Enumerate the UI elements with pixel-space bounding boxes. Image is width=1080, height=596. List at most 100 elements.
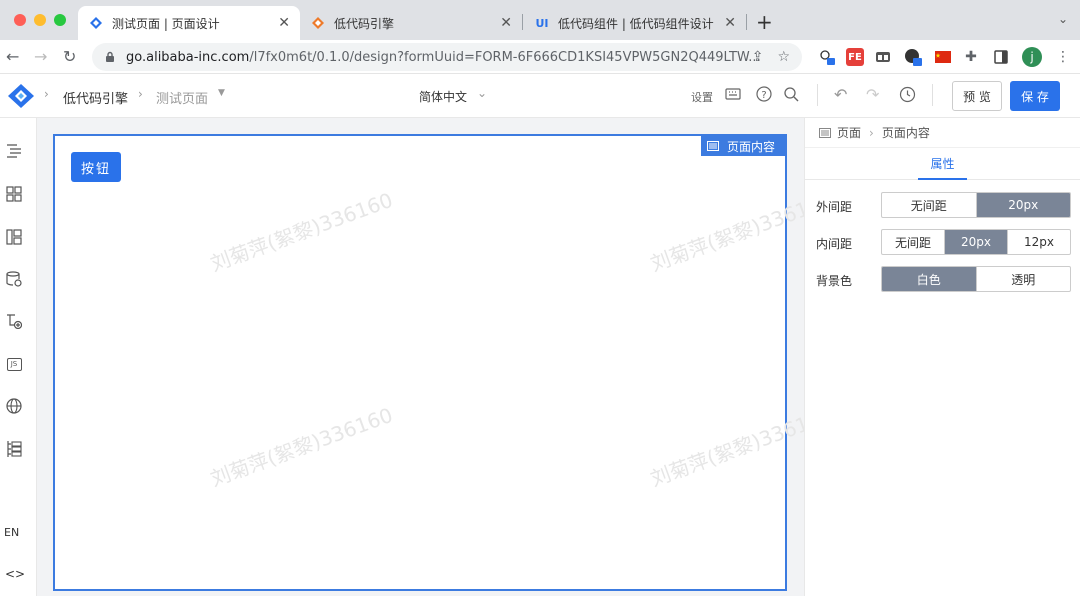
language-select[interactable]: 简体中文: [419, 88, 467, 105]
sidepanel-icon[interactable]: [992, 48, 1010, 66]
page-icon: [819, 127, 831, 138]
watermark: 刘菊萍(絮黎)336160: [207, 187, 396, 277]
panel-breadcrumb-current: 页面内容: [881, 126, 930, 140]
ui-icon: UI: [535, 16, 549, 30]
keyboard-icon[interactable]: [725, 88, 741, 103]
translate-extension-icon[interactable]: [818, 48, 836, 66]
chevron-down-icon[interactable]: ⌄: [477, 86, 487, 100]
padding-option-none[interactable]: 无间距: [882, 230, 945, 254]
margin-segmented: 无间距 20px: [881, 192, 1071, 218]
js-icon-label: JS: [6, 357, 22, 371]
browser-tab[interactable]: UI 低代码组件 | 低代码组件设计 ✕: [524, 6, 746, 40]
tab-properties[interactable]: 属性: [918, 148, 967, 180]
settings-link[interactable]: 设置: [691, 89, 713, 105]
minimize-window-button[interactable]: [34, 14, 46, 26]
browser-tab-bar: 测试页面 | 页面设计 ✕ 低代码引擎 ✕ UI 低代码组件 | 低代码组件设计…: [0, 0, 1080, 40]
fe-extension-icon[interactable]: FE: [846, 48, 864, 66]
padding-label: 内间距: [816, 237, 853, 251]
tab-title: 测试页面 | 页面设计: [112, 16, 220, 31]
lowcode-blue-icon: [88, 15, 104, 31]
padding-segmented: 无间距 20px 12px: [881, 229, 1071, 255]
browser-tab-active[interactable]: 测试页面 | 页面设计 ✕: [78, 6, 300, 40]
tabs-extension-icon[interactable]: [874, 48, 892, 66]
properties-panel: 页面 › 页面内容 属性 外间距 无间距 20px 内间距 无间距 20px 1…: [804, 118, 1080, 596]
margin-label: 外间距: [816, 200, 853, 214]
close-tab-icon[interactable]: ✕: [500, 15, 512, 31]
language-toggle[interactable]: EN: [4, 526, 19, 539]
lowcode-logo-icon[interactable]: [7, 83, 35, 112]
reload-icon[interactable]: ↻: [63, 47, 76, 66]
window-controls: [14, 14, 66, 26]
github-extension-icon[interactable]: [904, 48, 922, 66]
close-tab-icon[interactable]: ✕: [278, 15, 290, 31]
share-icon[interactable]: ⇪: [752, 49, 764, 65]
url-text: go.alibaba-inc.com/l7fx0m6t/0.1.0/design…: [126, 50, 761, 65]
layout-icon[interactable]: [5, 228, 23, 246]
background-option-white[interactable]: 白色: [882, 267, 977, 291]
padding-option-12px[interactable]: 12px: [1008, 230, 1070, 254]
background-label: 背景色: [816, 274, 853, 288]
redo-icon[interactable]: ↷: [866, 85, 879, 104]
datasource-icon[interactable]: [5, 270, 23, 288]
margin-option-none[interactable]: 无间距: [882, 193, 977, 217]
tab-title: 低代码引擎: [334, 16, 395, 31]
background-segmented: 白色 透明: [881, 266, 1071, 292]
breadcrumb-chevron-icon: ›: [869, 125, 874, 140]
lowcode-orange-icon: [310, 15, 326, 31]
china-flag-icon[interactable]: [934, 48, 952, 66]
bookmark-star-icon[interactable]: ☆: [777, 49, 790, 65]
maximize-window-button[interactable]: [54, 14, 66, 26]
padding-row: 内间距 无间距 20px 12px: [805, 228, 1080, 256]
breadcrumb-root[interactable]: 低代码引擎: [63, 88, 128, 107]
breadcrumb-chevron-icon: ›: [44, 87, 49, 101]
breadcrumb-page[interactable]: 测试页面: [156, 88, 208, 107]
schema-icon[interactable]: [5, 440, 23, 458]
design-canvas-area: 刘菊萍(絮黎)336160 刘菊萍(絮黎)336160 刘菊萍(絮黎)33616…: [37, 118, 836, 596]
margin-option-20px[interactable]: 20px: [976, 193, 1070, 217]
canvas-button[interactable]: 按钮: [71, 152, 121, 182]
breadcrumb-chevron-icon: ›: [138, 87, 143, 101]
search-icon[interactable]: [783, 86, 799, 105]
globe-icon[interactable]: [5, 397, 23, 415]
page-content-container[interactable]: 刘菊萍(絮黎)336160 刘菊萍(絮黎)336160 刘菊萍(絮黎)33616…: [53, 134, 836, 591]
svg-text:?: ?: [761, 90, 766, 101]
browser-tab[interactable]: 低代码引擎 ✕: [300, 6, 522, 40]
app-header: › 低代码引擎 › 测试页面 ▼ 简体中文 ⌄ 设置 ? ↶ ↷ 预 览 保 存: [0, 74, 1080, 118]
panel-breadcrumb: 页面 › 页面内容: [805, 118, 1080, 148]
components-icon[interactable]: [5, 185, 23, 203]
panel-tabs: 属性: [805, 148, 1080, 180]
close-tab-icon[interactable]: ✕: [724, 15, 736, 31]
preview-button[interactable]: 预 览: [952, 81, 1002, 111]
js-icon[interactable]: JS: [5, 355, 23, 373]
tab-title: 低代码组件 | 低代码组件设计: [558, 16, 714, 31]
browser-menu-icon[interactable]: ⋮: [1054, 48, 1072, 66]
panel-breadcrumb-root[interactable]: 页面: [837, 124, 861, 141]
selection-tag-label: 页面内容: [726, 139, 775, 154]
selection-tag[interactable]: 页面内容: [700, 136, 785, 156]
url-host: go.alibaba-inc.com: [126, 49, 250, 65]
page-dropdown-icon[interactable]: ▼: [218, 88, 225, 98]
page-icon: [706, 141, 719, 151]
puzzle-icon[interactable]: ✚: [962, 48, 980, 66]
background-row: 背景色 白色 透明: [805, 265, 1080, 293]
save-button[interactable]: 保 存: [1010, 81, 1060, 111]
new-tab-button[interactable]: +: [756, 10, 773, 34]
left-toolbar: JS EN <>: [0, 118, 37, 596]
tab-search-chevron-icon[interactable]: ⌄: [1058, 12, 1068, 26]
history-icon[interactable]: [899, 86, 916, 106]
profile-avatar[interactable]: j: [1022, 47, 1042, 67]
code-toggle-icon[interactable]: <>: [5, 567, 25, 581]
address-bar[interactable]: go.alibaba-inc.com/l7fx0m6t/0.1.0/design…: [92, 43, 802, 71]
watermark: 刘菊萍(絮黎)336160: [207, 402, 396, 492]
close-window-button[interactable]: [14, 14, 26, 26]
add-data-icon[interactable]: [5, 312, 23, 330]
undo-icon[interactable]: ↶: [834, 85, 847, 104]
background-option-transparent[interactable]: 透明: [977, 267, 1071, 291]
browser-toolbar: ← → ↻ go.alibaba-inc.com/l7fx0m6t/0.1.0/…: [0, 40, 1080, 74]
outline-icon[interactable]: [5, 142, 23, 160]
back-icon[interactable]: ←: [6, 47, 19, 66]
padding-option-20px[interactable]: 20px: [945, 230, 1008, 254]
help-icon[interactable]: ?: [756, 86, 772, 105]
lock-icon: [106, 51, 114, 62]
forward-icon[interactable]: →: [34, 47, 47, 66]
